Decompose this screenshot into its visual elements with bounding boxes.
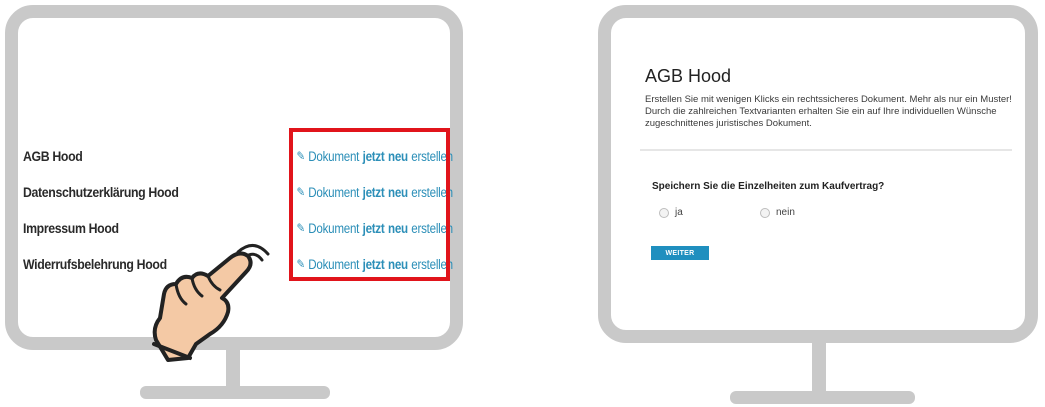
pencil-icon: ✎ (296, 149, 306, 163)
weiter-button[interactable]: WEITER (651, 246, 709, 260)
radio-option-nein[interactable]: nein (760, 207, 795, 218)
create-document-link[interactable]: ✎ Dokument jetzt neu erstellen (296, 221, 454, 236)
document-name: AGB Hood (23, 148, 83, 164)
pencil-icon: ✎ (296, 185, 306, 199)
radio-label: nein (776, 207, 795, 218)
question-label: Speichern Sie die Einzelheiten zum Kaufv… (652, 181, 885, 192)
pencil-icon: ✎ (296, 221, 306, 235)
document-name: Impressum Hood (23, 220, 119, 236)
list-item: Datenschutzerklärung Hood ✎ Dokument jet… (23, 174, 453, 210)
right-monitor-screen (598, 5, 1038, 343)
page-description: Erstellen Sie mit wenigen Klicks ein rec… (645, 94, 1012, 129)
create-document-link[interactable]: ✎ Dokument jetzt neu erstellen (296, 185, 454, 200)
pointing-hand-icon (152, 244, 270, 362)
pencil-icon: ✎ (296, 257, 306, 271)
radio-option-ja[interactable]: ja (659, 207, 683, 218)
create-document-link[interactable]: ✎ Dokument jetzt neu erstellen (296, 149, 454, 164)
document-name: Datenschutzerklärung Hood (23, 184, 179, 200)
right-monitor-stand-base (730, 391, 915, 404)
left-monitor-stand-base (140, 386, 330, 399)
radio-label: ja (675, 207, 683, 218)
radio-button[interactable] (659, 207, 669, 218)
radio-button[interactable] (760, 207, 770, 218)
create-document-link[interactable]: ✎ Dokument jetzt neu erstellen (296, 257, 454, 272)
right-monitor-stand-neck (812, 341, 826, 393)
document-name: Widerrufsbelehrung Hood (23, 256, 167, 272)
divider (640, 149, 1012, 151)
list-item: AGB Hood ✎ Dokument jetzt neu erstellen (23, 138, 453, 174)
page-title: AGB Hood (645, 66, 732, 86)
